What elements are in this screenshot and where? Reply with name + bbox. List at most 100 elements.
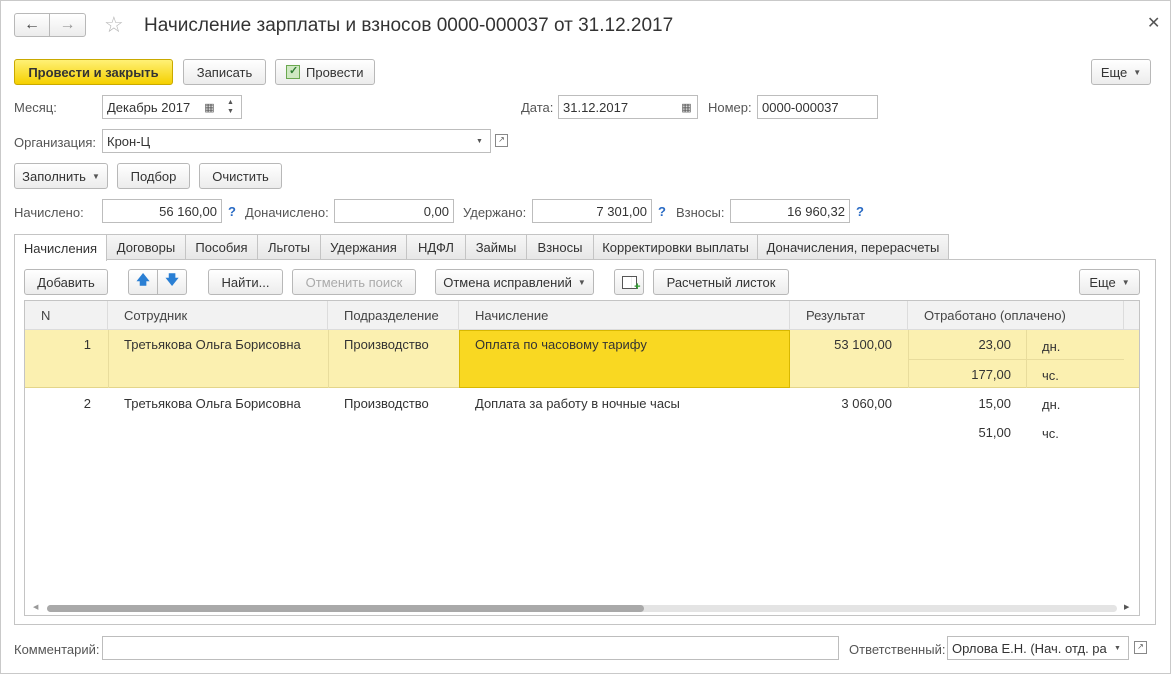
table-more-label: Еще [1089,274,1116,290]
clear-button[interactable]: Очистить [199,163,282,189]
fill-button[interactable]: Заполнить ▼ [14,163,108,189]
number-label: Номер: [708,100,752,115]
column-header-department[interactable]: Подразделение [328,301,459,330]
find-button[interactable]: Найти... [208,269,283,295]
date-label: Дата: [521,100,554,115]
accrued-label: Начислено: [14,205,84,220]
help-icon[interactable]: ? [658,204,666,219]
responsible-label: Ответственный: [849,642,946,657]
column-header-n[interactable]: N [25,301,108,330]
tab-contributions[interactable]: Взносы [526,234,594,260]
cancel-corrections-label: Отмена исправлений [443,274,572,290]
chevron-down-icon: ▼ [1133,67,1142,77]
comment-field[interactable] [102,636,839,660]
row-worked-days: 15,00 [978,396,1011,411]
accrued-field: 56 160,00 [102,199,222,223]
cancel-corrections-button[interactable]: Отмена исправлений ▼ [435,269,594,295]
row-accrual: Доплата за работу в ночные часы [475,396,680,411]
forward-arrow-icon: → [59,16,76,33]
fill-button-label: Заполнить [22,168,86,184]
row-department: Производство [344,337,429,352]
more-button-label: Еще [1100,64,1128,80]
row-worked-hours: 177,00 [971,367,1011,382]
column-header-worked[interactable]: Отработано (оплачено) [908,301,1124,330]
date-field[interactable]: 31.12.2017 [558,95,677,119]
tab-ndfl[interactable]: НДФЛ [406,234,466,260]
column-header-accrual[interactable]: Начисление [459,301,790,330]
add-button[interactable]: Добавить [24,269,108,295]
calendar-icon[interactable]: ▦ [676,95,698,119]
contributions-field: 16 960,32 [730,199,850,223]
number-field[interactable]: 0000-000037 [757,95,878,119]
row-worked-hours-unit: чс. [1042,368,1059,383]
chevron-down-icon: ▼ [91,171,100,181]
row-employee: Третьякова Ольга Борисовна [124,396,301,411]
post-button[interactable]: ✓ Провести [275,59,375,85]
row-worked-days-unit: дн. [1042,339,1061,354]
row-worked-days: 23,00 [978,337,1011,352]
calendar-icon[interactable]: ▦ [199,95,221,119]
forward-button[interactable]: → [49,13,86,37]
help-icon[interactable]: ? [228,204,236,219]
arrow-down-icon: 🡇 [165,272,179,287]
save-button[interactable]: Записать [183,59,266,85]
tab-privileges[interactable]: Льготы [257,234,321,260]
responsible-field[interactable]: Орлова Е.Н. (Нач. отд. ра [947,636,1108,660]
pick-button[interactable]: Подбор [117,163,190,189]
dropdown-icon[interactable]: ▼ [1107,636,1129,660]
extra-accrued-field: 0,00 [334,199,454,223]
arrow-up-icon: 🡅 [136,272,150,287]
post-button-label: Провести [306,64,364,80]
row-worked-hours: 51,00 [978,425,1011,440]
payslip-button[interactable]: Расчетный листок [653,269,789,295]
row-divider [328,330,329,388]
comment-label: Комментарий: [14,642,100,657]
row-result: 3 060,00 [841,396,892,411]
org-label: Организация: [14,135,97,150]
close-icon[interactable]: ✕ [1147,13,1160,33]
table-settings-icon: + [621,275,641,293]
tab-deductions[interactable]: Удержания [320,234,407,260]
post-icon: ✓ [286,65,300,79]
row-worked-hours-unit: чс. [1042,426,1059,441]
tab-accruals[interactable]: Начисления [14,234,107,261]
post-and-close-button[interactable]: Провести и закрыть [14,59,173,85]
tab-contracts[interactable]: Договоры [106,234,186,260]
row-number: 2 [83,396,91,411]
scroll-right-icon[interactable]: ▶ [1124,603,1129,611]
table-more-button[interactable]: Еще ▼ [1079,269,1140,295]
month-field[interactable]: Декабрь 2017 [102,95,200,119]
chevron-down-icon: ▼ [1121,277,1130,287]
accruals-table: N Сотрудник Подразделение Начисление Рез… [24,300,1140,616]
withheld-field: 7 301,00 [532,199,652,223]
column-header-employee[interactable]: Сотрудник [108,301,328,330]
row-accrual: Оплата по часовому тарифу [475,337,647,352]
help-icon[interactable]: ? [856,204,864,219]
tab-payment-corrections[interactable]: Корректировки выплаты [593,234,758,260]
org-field[interactable]: Крон-Ц [102,129,470,153]
table-settings-button[interactable]: + [614,269,644,295]
tab-recalculations[interactable]: Доначисления, перерасчеты [757,234,949,260]
row-employee: Третьякова Ольга Борисовна [124,337,301,352]
row-department: Производство [344,396,429,411]
more-button[interactable]: Еще ▼ [1091,59,1151,85]
contributions-label: Взносы: [676,205,725,220]
open-icon[interactable]: ↗ [1134,641,1147,654]
move-up-button[interactable]: 🡅 [128,269,158,295]
star-icon[interactable]: ☆ [104,12,124,38]
row-divider [108,330,109,388]
month-label: Месяц: [14,100,57,115]
dropdown-icon[interactable]: ▼ [469,129,491,153]
back-button[interactable]: ← [14,13,50,37]
tab-loans[interactable]: Займы [465,234,527,260]
cancel-search-button[interactable]: Отменить поиск [292,269,416,295]
spin-icon[interactable]: ▲ ▼ [220,95,242,119]
move-down-button[interactable]: 🡇 [157,269,187,295]
extra-accrued-label: Доначислено: [245,205,329,220]
scroll-left-icon[interactable]: ◀ [33,603,38,611]
column-header-result[interactable]: Результат [790,301,908,330]
open-icon[interactable]: ↗ [495,134,508,147]
horizontal-scrollbar-thumb[interactable] [47,605,644,612]
tab-benefits[interactable]: Пособия [185,234,258,260]
row-result: 53 100,00 [834,337,892,352]
